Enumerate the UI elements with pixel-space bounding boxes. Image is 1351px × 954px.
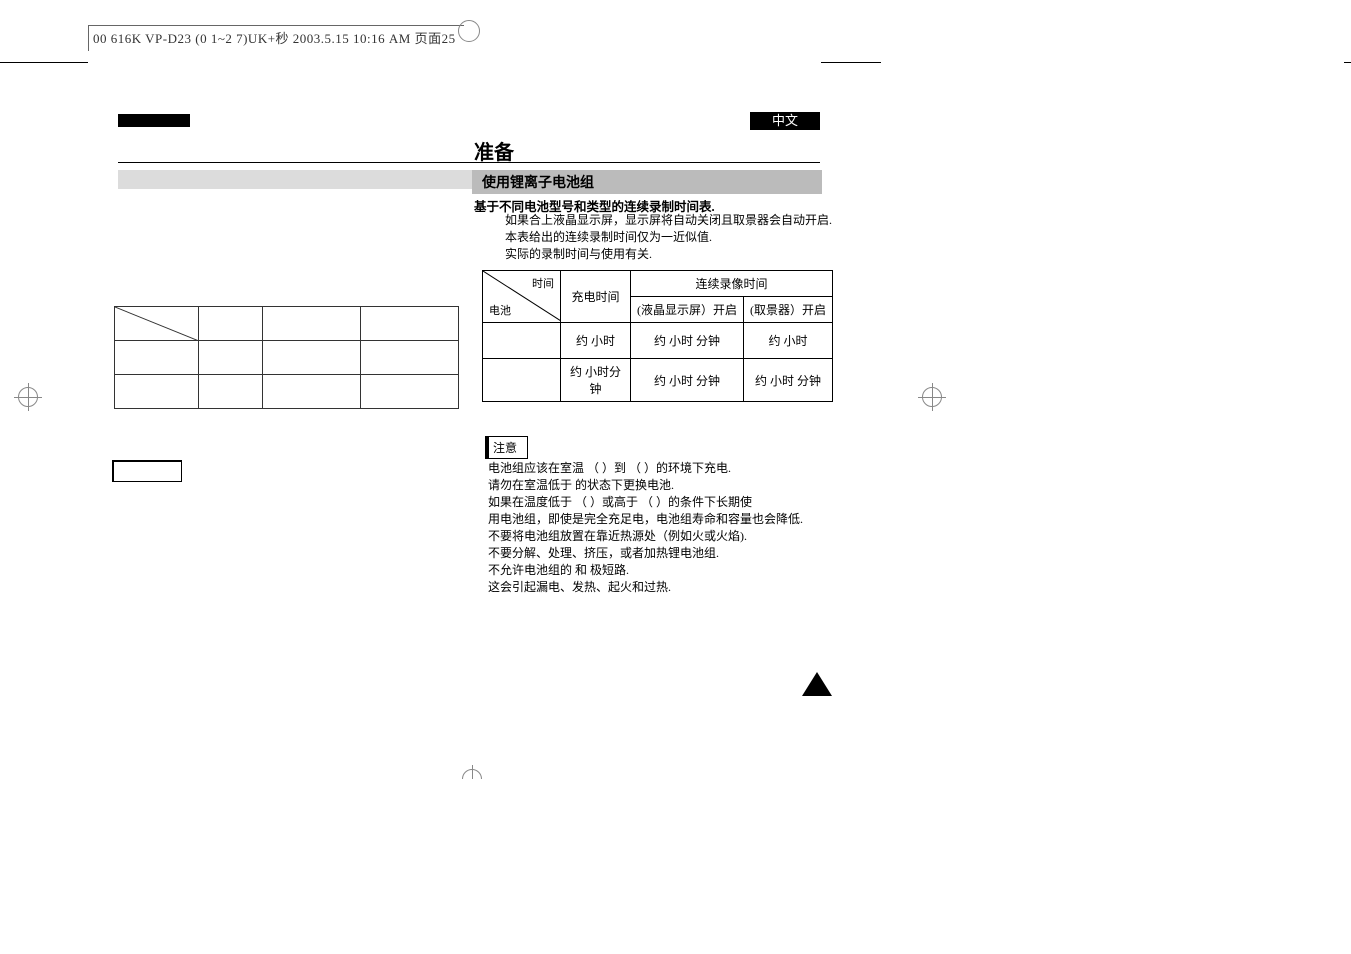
registration-mark	[918, 383, 946, 411]
note-line: 电池组应该在室温 （ ）到 （ ）的环境下充电.	[488, 460, 833, 477]
document-header: 00 616K VP-D23 (0 1~2 7)UK+秒 2003.5.15 1…	[88, 25, 464, 51]
notes-label-box-left	[112, 460, 182, 482]
black-bar	[118, 114, 190, 127]
left-placeholder-table	[114, 306, 459, 409]
body-line: 如果合上液晶显示屏，显示屏将自动关闭且取景器会自动开启.	[505, 212, 832, 229]
triangle-icon	[802, 672, 832, 696]
page-title: 准备	[474, 136, 514, 165]
table-cell: 约 小时	[561, 323, 631, 359]
table-header-lcd: (液晶显示屏）开启	[631, 297, 744, 323]
table-cell-battery2	[483, 359, 561, 402]
page-marker-circle	[458, 20, 480, 42]
note-line: 这会引起漏电、发热、起火和过热.	[488, 579, 833, 596]
table-cell: 约 小时 分钟	[631, 359, 744, 402]
title-underline	[118, 162, 820, 163]
crop-mark	[0, 62, 88, 63]
table-header-evf: (取景器）开启	[744, 297, 833, 323]
diag-label-bottom: 电池	[489, 302, 511, 318]
note-line: 不允许电池组的 和 极短路.	[488, 562, 833, 579]
table-cell	[263, 341, 361, 375]
language-label: 中文	[750, 112, 820, 130]
diag-label-top: 时间	[532, 275, 554, 291]
table-cell	[263, 375, 361, 409]
table-cell: 约 小时分钟	[561, 359, 631, 402]
table-cell	[199, 341, 263, 375]
table-header-recording: 连续录像时间	[631, 271, 833, 297]
notes-label: 注意	[485, 436, 528, 459]
table-cell-battery1	[483, 323, 561, 359]
section-heading: 使用锂离子电池组	[472, 170, 822, 194]
table-cell	[361, 307, 459, 341]
note-line: 用电池组，即使是完全充足电，电池组寿命和容量也会降低.	[488, 511, 833, 528]
note-line: 不要将电池组放置在靠近热源处（例如火或火焰).	[488, 528, 833, 545]
table-header-charge: 充电时间	[561, 271, 631, 323]
table-cell	[115, 341, 199, 375]
note-line: 请勿在室温低于 的状态下更换电池.	[488, 477, 833, 494]
body-line: 实际的录制时间与使用有关.	[505, 246, 832, 263]
table-cell	[199, 375, 263, 409]
body-line: 本表给出的连续录制时间仅为一近似值.	[505, 229, 832, 246]
table-cell: 约 小时	[744, 323, 833, 359]
table-cell	[263, 307, 361, 341]
registration-mark	[458, 765, 486, 779]
recording-time-table: 时间 电池 充电时间 连续录像时间 (液晶显示屏）开启 (取景器）开启 约 小时…	[482, 270, 833, 402]
table-cell: 约 小时 分钟	[631, 323, 744, 359]
table-cell	[115, 307, 199, 341]
table-header-diagonal: 时间 电池	[483, 271, 561, 323]
crop-mark	[821, 62, 881, 63]
table-cell	[361, 375, 459, 409]
table-cell	[199, 307, 263, 341]
header-text: 00 616K VP-D23 (0 1~2 7)UK+秒 2003.5.15 1…	[88, 25, 464, 51]
intro-text: 如果合上液晶显示屏，显示屏将自动关闭且取景器会自动开启. 本表给出的连续录制时间…	[505, 212, 832, 263]
notes-list: 电池组应该在室温 （ ）到 （ ）的环境下充电. 请勿在室温低于 的状态下更换电…	[488, 460, 833, 596]
table-cell	[361, 341, 459, 375]
crop-mark	[1344, 62, 1351, 63]
registration-mark	[14, 383, 42, 411]
note-line: 如果在温度低于 （ ）或高于 （ ）的条件下长期使	[488, 494, 833, 511]
table-cell	[115, 375, 199, 409]
note-line: 不要分解、处理、挤压，或者加热锂电池组.	[488, 545, 833, 562]
table-cell: 约 小时 分钟	[744, 359, 833, 402]
